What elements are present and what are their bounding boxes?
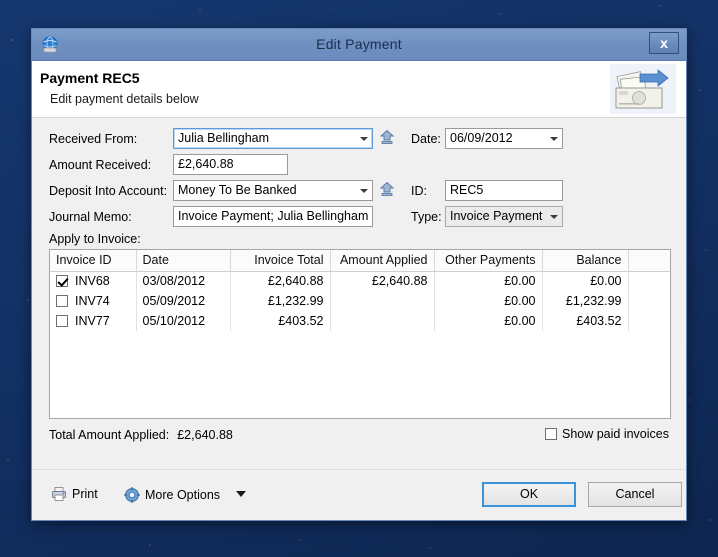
cell-balance: £0.00 — [542, 271, 629, 291]
column-header-balance[interactable]: Balance — [542, 250, 629, 272]
cell-other-payments: £0.00 — [434, 291, 543, 311]
deposit-account-combo[interactable]: Money To Be Banked — [173, 180, 373, 201]
cell-invoice-id: INV68 — [50, 271, 137, 291]
cell-amount-applied: £2,640.88 — [330, 271, 435, 291]
cell-invoice-total: £2,640.88 — [230, 271, 331, 291]
cell-date: 05/09/2012 — [136, 291, 231, 311]
id-input[interactable]: REC5 — [445, 180, 563, 201]
chevron-down-icon — [360, 136, 368, 141]
id-value: REC5 — [450, 183, 484, 197]
window-title: Edit Payment — [316, 36, 402, 52]
total-amount-value: £2,640.88 — [177, 428, 233, 442]
show-paid-invoices-label: Show paid invoices — [561, 427, 669, 441]
date-label: Date: — [411, 132, 441, 146]
cell-date: 03/08/2012 — [136, 271, 231, 291]
invoice-id-text: INV77 — [75, 314, 110, 328]
cell-spacer — [628, 291, 670, 311]
amount-received-input[interactable]: £2,640.88 — [173, 154, 288, 175]
received-from-jump-icon[interactable] — [379, 129, 395, 145]
invoice-table: Invoice ID Date Invoice Total Amount App… — [49, 249, 671, 419]
more-options-label: More Options — [145, 488, 221, 502]
cell-date: 05/10/2012 — [136, 311, 231, 331]
invoice-id-text: INV74 — [75, 294, 110, 308]
received-from-value: Julia Bellingham — [178, 131, 270, 145]
received-from-label: Received From: — [49, 132, 138, 146]
show-paid-invoices-checkbox[interactable]: Show paid invoices — [544, 427, 669, 441]
cell-amount-applied — [330, 311, 435, 331]
edit-payment-dialog: Edit Payment x Payment REC5 Edit payment… — [31, 28, 687, 521]
column-header-other-payments[interactable]: Other Payments — [434, 250, 543, 272]
amount-received-label: Amount Received: — [49, 158, 152, 172]
ok-button[interactable]: OK — [482, 482, 576, 507]
deposit-account-label: Deposit Into Account: — [49, 184, 168, 198]
journal-memo-value: Invoice Payment; Julia Bellingham — [178, 209, 369, 223]
cell-amount-applied — [330, 291, 435, 311]
type-label: Type: — [411, 210, 442, 224]
total-amount-label: Total Amount Applied: — [49, 428, 170, 442]
cell-balance: £1,232.99 — [542, 291, 629, 311]
checkbox-icon[interactable] — [544, 428, 557, 440]
cell-spacer — [628, 311, 670, 331]
print-button[interactable]: Print — [51, 486, 98, 505]
amount-received-value: £2,640.88 — [178, 157, 234, 171]
cell-invoice-total: £1,232.99 — [230, 291, 331, 311]
column-header-invoice-id[interactable]: Invoice ID — [50, 250, 137, 272]
cell-spacer — [628, 271, 670, 291]
cell-invoice-id: INV77 — [50, 311, 137, 331]
dialog-footer: Print More Options OK Cancel — [32, 469, 686, 519]
table-header-row: Invoice ID Date Invoice Total Amount App… — [50, 250, 670, 272]
journal-memo-input[interactable]: Invoice Payment; Julia Bellingham — [173, 206, 373, 227]
id-label: ID: — [411, 184, 427, 198]
journal-memo-label: Journal Memo: — [49, 210, 132, 224]
column-header-invoice-total[interactable]: Invoice Total — [230, 250, 331, 272]
deposit-account-value: Money To Be Banked — [178, 183, 297, 197]
apply-to-invoice-label: Apply to Invoice: — [49, 232, 141, 246]
page-subtitle: Edit payment details below — [50, 92, 199, 106]
chevron-down-icon — [550, 214, 558, 219]
table-row[interactable]: INV68 03/08/2012 £2,640.88 £2,640.88 £0.00 £0… — [50, 271, 670, 291]
cancel-button[interactable]: Cancel — [588, 482, 682, 507]
column-header-spacer — [628, 250, 670, 272]
total-amount-applied: Total Amount Applied: £2,640.88 — [49, 428, 233, 442]
print-label: Print — [72, 487, 98, 501]
received-from-combo[interactable]: Julia Bellingham — [173, 128, 373, 149]
table-row[interactable]: INV77 05/10/2012 £403.52 £0.00 £403.52 — [50, 311, 670, 331]
column-header-date[interactable]: Date — [136, 250, 231, 272]
type-combo[interactable]: Invoice Payment — [445, 206, 563, 227]
cell-invoice-total: £403.52 — [230, 311, 331, 331]
type-value: Invoice Payment — [450, 209, 543, 223]
deposit-account-jump-icon[interactable] — [379, 181, 395, 197]
table-row[interactable]: INV74 05/09/2012 £1,232.99 £0.00 £1,232.99 — [50, 291, 670, 311]
invoice-id-text: INV68 — [75, 274, 110, 289]
printer-icon — [51, 486, 67, 505]
date-value: 06/09/2012 — [450, 131, 513, 145]
row-checkbox-icon[interactable] — [56, 295, 68, 307]
cell-balance: £403.52 — [542, 311, 629, 331]
dropdown-caret-icon[interactable] — [235, 486, 246, 500]
chevron-down-icon — [550, 136, 558, 141]
money-transfer-icon — [610, 64, 676, 114]
row-checkbox-icon[interactable] — [56, 275, 68, 288]
title-bar: Edit Payment x — [32, 29, 686, 61]
column-header-amount-applied[interactable]: Amount Applied — [330, 250, 435, 272]
cell-other-payments: £0.00 — [434, 311, 543, 331]
date-combo[interactable]: 06/09/2012 — [445, 128, 563, 149]
dialog-body: Received From: Julia Bellingham Date: 06… — [32, 118, 686, 469]
more-options-button[interactable]: More Options — [124, 486, 246, 506]
chevron-down-icon — [360, 188, 368, 193]
cell-other-payments: £0.00 — [434, 271, 543, 291]
gear-icon — [124, 487, 140, 506]
dialog-header: Payment REC5 Edit payment details below — [32, 61, 686, 118]
cell-invoice-id: INV74 — [50, 291, 137, 311]
close-button[interactable]: x — [649, 32, 679, 54]
page-title: Payment REC5 — [40, 70, 140, 86]
row-checkbox-icon[interactable] — [56, 315, 68, 327]
